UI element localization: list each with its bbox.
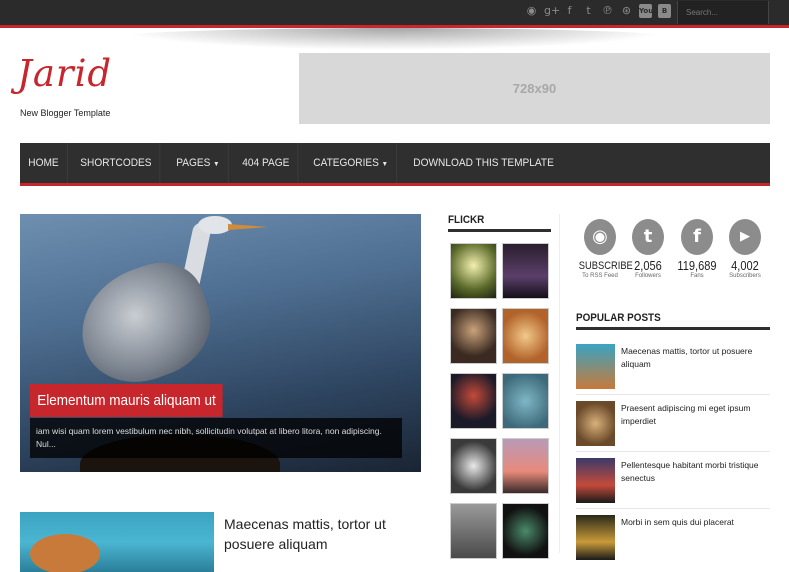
dribbble-icon[interactable]: ⊛ — [620, 4, 633, 18]
flickr-photo[interactable] — [450, 438, 497, 494]
popular-post-thumbnail[interactable] — [576, 458, 615, 503]
flickr-photo[interactable] — [502, 308, 549, 364]
caret-down-icon: ▼ — [213, 161, 220, 168]
divider — [576, 508, 770, 509]
popular-post-thumbnail[interactable] — [576, 344, 615, 389]
facebook-counter[interactable]: f 119,689 Fans — [672, 219, 722, 279]
post-thumbnail-image — [30, 534, 100, 572]
flickr-photo[interactable] — [450, 308, 497, 364]
popular-post-thumbnail[interactable] — [576, 515, 615, 560]
top-bar: ◉ g+ f t ℗ ⊛ You B Search... — [0, 0, 789, 28]
counter-label: Subscribers — [729, 273, 761, 279]
blogger-icon[interactable]: B — [658, 4, 671, 18]
header-shadow — [90, 28, 699, 52]
twitter-icon[interactable]: t — [582, 4, 595, 18]
social-icons: ◉ g+ f t ℗ ⊛ You B — [525, 4, 671, 18]
rss-icon[interactable]: ◉ — [525, 4, 538, 18]
popular-post-title[interactable]: Morbi in sem quis dui placerat — [621, 516, 771, 529]
column-divider — [559, 214, 560, 553]
popular-post-thumbnail[interactable] — [576, 401, 615, 446]
flickr-title: FLICKR — [448, 214, 485, 226]
youtube-icon: ▶ — [729, 219, 761, 255]
nav-item-download[interactable]: DOWNLOAD THIS TEMPLATE — [405, 143, 562, 183]
nav-item-pages[interactable]: PAGES ▼ — [168, 143, 230, 183]
counter-label: To RSS Feed — [582, 273, 618, 279]
nav-item-home[interactable]: HOME — [20, 143, 68, 183]
twitter-icon: t — [632, 219, 664, 255]
heron-beak — [228, 224, 268, 230]
flickr-photo[interactable] — [450, 373, 497, 429]
popular-post-title[interactable]: Pellentesque habitant morbi tristique se… — [621, 459, 771, 485]
counter-value: 119,689 — [677, 258, 717, 273]
popular-post-title[interactable]: Maecenas mattis, tortor ut posuere aliqu… — [621, 345, 771, 371]
pinterest-icon[interactable]: ℗ — [601, 4, 614, 18]
nav-item-shortcodes[interactable]: SHORTCODES — [72, 143, 161, 183]
popular-posts-title: POPULAR POSTS — [576, 312, 661, 324]
youtube-counter[interactable]: ▶ 4,002 Subscribers — [720, 219, 770, 279]
flickr-photo[interactable] — [502, 503, 549, 559]
flickr-photo[interactable] — [502, 438, 549, 494]
site-tagline: New Blogger Template — [20, 108, 111, 118]
site-logo[interactable]: Jarid — [17, 52, 112, 95]
counter-value: 2,056 — [634, 258, 662, 273]
flickr-photo[interactable] — [450, 503, 497, 559]
rss-counter[interactable]: ◉ SUBSCRIBE To RSS Feed — [575, 219, 633, 279]
youtube-icon[interactable]: You — [639, 4, 653, 18]
featured-title[interactable]: Elementum mauris aliquam ut — [30, 384, 223, 417]
post-thumbnail[interactable] — [20, 512, 214, 572]
ad-banner[interactable]: 728x90 — [299, 53, 770, 124]
nav-item-categories[interactable]: CATEGORIES ▼ — [305, 143, 397, 183]
facebook-icon[interactable]: f — [563, 4, 576, 18]
main-nav: HOME SHORTCODES PAGES ▼ 404 PAGE CATEGORI… — [20, 143, 770, 186]
divider — [576, 327, 770, 330]
counter-label: Fans — [690, 273, 704, 279]
divider — [576, 394, 770, 395]
popular-post-title[interactable]: Praesent adipiscing mi eget ipsum imperd… — [621, 402, 771, 428]
flickr-photo[interactable] — [502, 243, 549, 299]
twitter-counter[interactable]: t 2,056 Followers — [623, 219, 673, 279]
rss-icon: ◉ — [584, 219, 616, 255]
heron-head — [198, 216, 232, 234]
divider — [448, 229, 551, 232]
counter-value: SUBSCRIBE — [578, 260, 633, 272]
divider — [576, 451, 770, 452]
search-input[interactable]: Search... — [677, 1, 769, 24]
flickr-photo[interactable] — [502, 373, 549, 429]
featured-post[interactable]: Elementum mauris aliquam ut iam wisi qua… — [20, 214, 421, 472]
counter-label: Followers — [635, 273, 661, 279]
google-plus-icon[interactable]: g+ — [544, 4, 560, 18]
post-title[interactable]: Maecenas mattis, tortor ut posuere aliqu… — [224, 514, 404, 554]
featured-excerpt: iam wisi quam lorem vestibulum nec nibh,… — [30, 418, 402, 458]
nav-item-404[interactable]: 404 PAGE — [234, 143, 300, 183]
facebook-icon: f — [681, 219, 713, 255]
counter-value: 4,002 — [731, 258, 759, 273]
flickr-photo[interactable] — [450, 243, 497, 299]
caret-down-icon: ▼ — [381, 161, 388, 168]
